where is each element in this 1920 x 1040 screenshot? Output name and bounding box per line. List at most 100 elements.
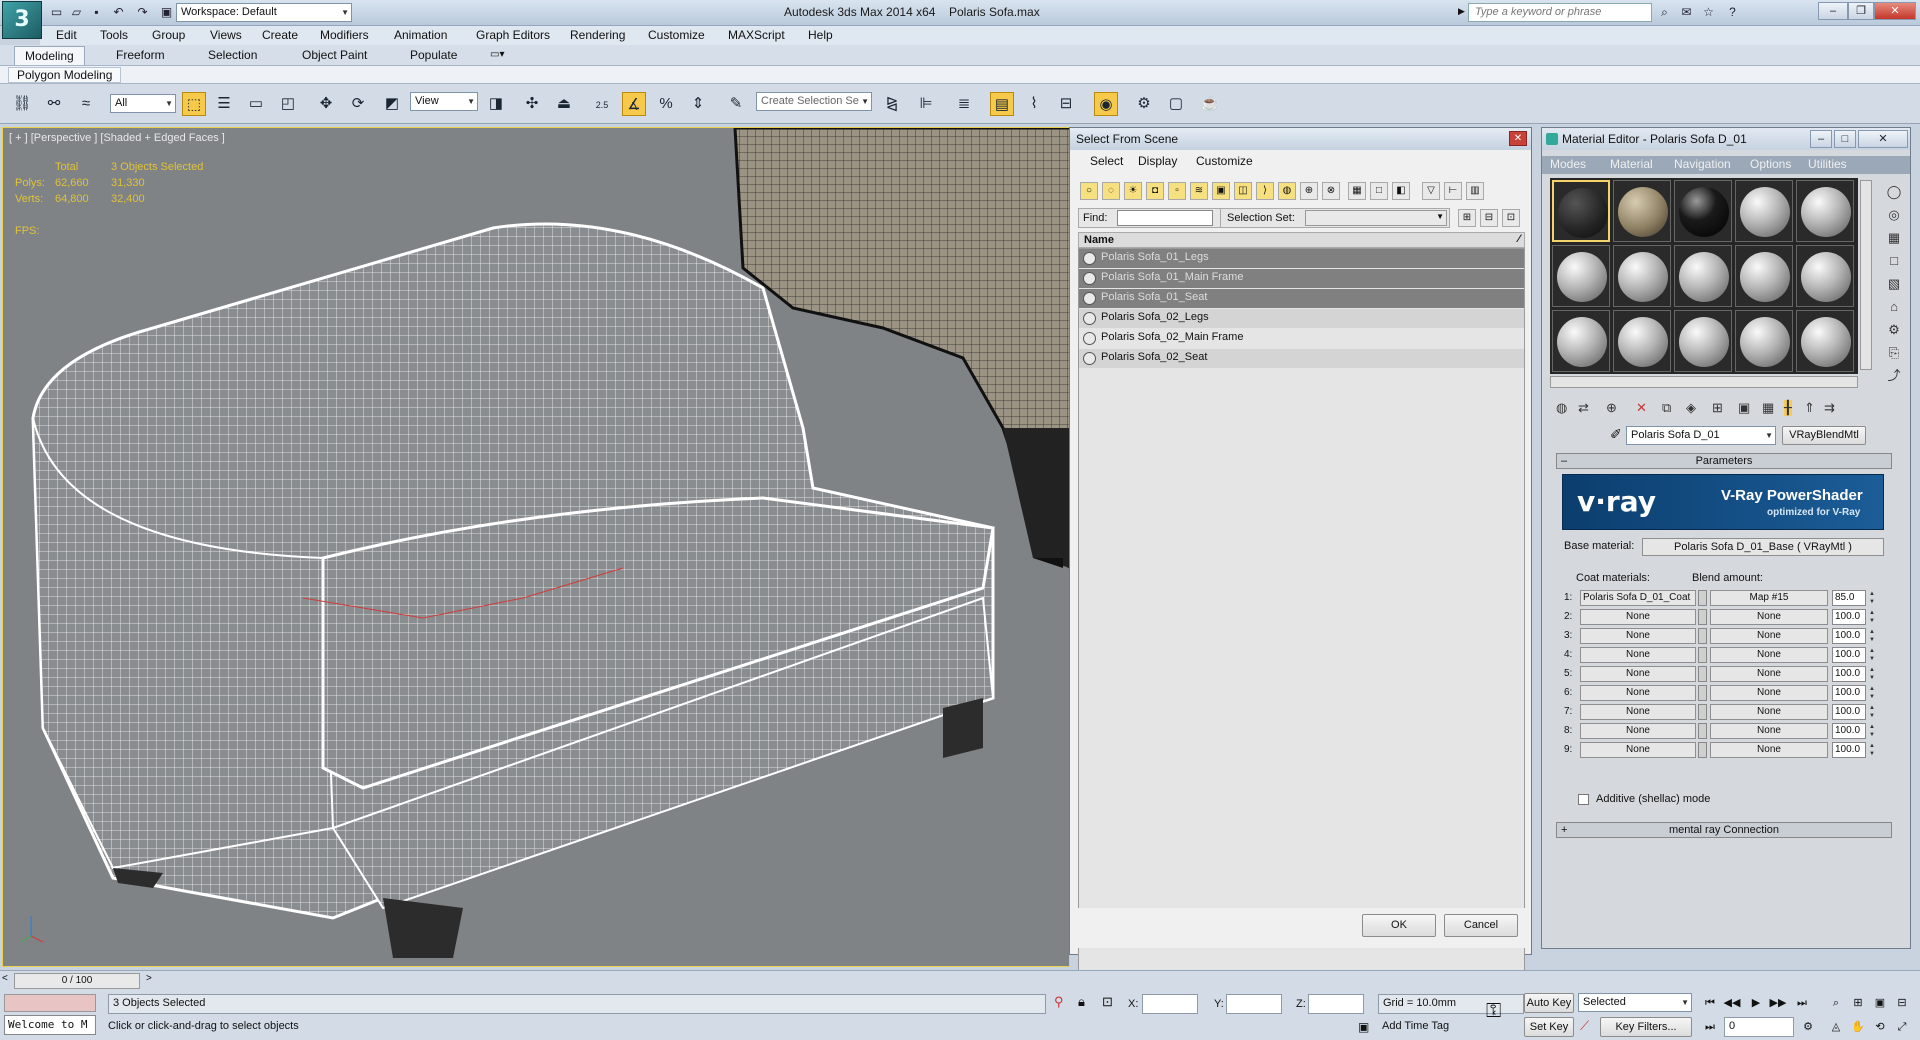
go-to-end-icon[interactable]: ⏭: [1792, 994, 1812, 1012]
time-slider[interactable]: < 0 / 100 >: [0, 973, 160, 989]
display-cameras-icon[interactable]: ◘: [1146, 182, 1164, 200]
key-mode-toggle-icon[interactable]: ⏭: [1700, 1018, 1720, 1036]
sample-type-icon[interactable]: ◯: [1882, 180, 1906, 203]
make-preview-icon[interactable]: ⌂: [1882, 295, 1906, 318]
tab-selection[interactable]: Selection: [198, 46, 267, 65]
key-filters-button[interactable]: Key Filters...: [1600, 1017, 1692, 1037]
assign-to-selection-icon[interactable]: ⊕: [1606, 400, 1617, 416]
ribbon-options-icon[interactable]: ▭▾: [490, 49, 504, 60]
menu-tools[interactable]: Tools: [92, 27, 136, 43]
display-helpers-icon[interactable]: ▫: [1168, 182, 1186, 200]
blend-amount-field[interactable]: 100.0: [1832, 742, 1866, 758]
reset-map-icon[interactable]: ✕: [1636, 400, 1647, 416]
pan-icon[interactable]: ✋: [1848, 1018, 1868, 1036]
undo-icon[interactable]: ↶: [110, 4, 127, 20]
sample-slot[interactable]: [1552, 245, 1610, 307]
med-menu-material[interactable]: Material: [1610, 157, 1653, 171]
list-item[interactable]: Polaris Sofa_01_Seat: [1079, 289, 1524, 308]
menu-views[interactable]: Views: [202, 27, 250, 43]
make-unique-icon[interactable]: ◈: [1686, 400, 1696, 416]
coat-enable-checkbox[interactable]: [1698, 609, 1707, 625]
list-item[interactable]: Polaris Sofa_01_Main Frame: [1079, 269, 1524, 288]
menu-maxscript[interactable]: MAXScript: [720, 27, 793, 43]
isolate-selection-icon[interactable]: ⚲: [1054, 994, 1064, 1010]
coat-enable-checkbox[interactable]: [1698, 628, 1707, 644]
absolute-mode-icon[interactable]: ⊡: [1102, 994, 1113, 1010]
set-key-button[interactable]: Set Key: [1524, 1017, 1574, 1037]
blend-map-button[interactable]: None: [1710, 704, 1828, 720]
med-menu-modes[interactable]: Modes: [1550, 157, 1586, 171]
coat-material-button[interactable]: None: [1580, 628, 1696, 644]
manipulate-icon[interactable]: ✣: [520, 92, 544, 116]
key-icon[interactable]: ⚿: [1486, 1000, 1501, 1023]
med-menu-utilities[interactable]: Utilities: [1808, 157, 1847, 171]
menu-edit[interactable]: Edit: [48, 27, 85, 43]
angle-snap-icon[interactable]: ∡: [622, 92, 646, 116]
zoom-all-icon[interactable]: ⊞: [1848, 994, 1868, 1012]
blend-amount-field[interactable]: 100.0: [1832, 685, 1866, 701]
display-shapes-icon[interactable]: ◌: [1102, 182, 1120, 200]
add-to-selection-set-icon[interactable]: ⊡: [1502, 209, 1520, 227]
viewport-label[interactable]: [ + ] [Perspective ] [Shaded + Edged Fac…: [9, 132, 225, 144]
go-forward-sibling-icon[interactable]: ⇉: [1824, 400, 1835, 416]
med-menu-navigation[interactable]: Navigation: [1674, 157, 1731, 171]
coat-material-button[interactable]: None: [1580, 704, 1696, 720]
display-spacewarps-icon[interactable]: ≋: [1190, 182, 1208, 200]
next-frame-icon[interactable]: >: [146, 973, 152, 984]
spinner-icon[interactable]: ▲ ▼: [1868, 666, 1876, 682]
y-coordinate-field[interactable]: [1226, 994, 1282, 1014]
current-frame-field[interactable]: 0: [1724, 1017, 1794, 1037]
communication-icon[interactable]: ✉: [1678, 4, 1695, 20]
project-folder-icon[interactable]: ▣: [158, 4, 175, 20]
menu-rendering[interactable]: Rendering: [562, 27, 633, 43]
get-material-icon[interactable]: ◍: [1556, 400, 1567, 416]
selection-filter-dropdown[interactable]: All ▼: [110, 94, 176, 113]
blend-map-button[interactable]: None: [1710, 723, 1828, 739]
additive-mode-checkbox[interactable]: [1578, 794, 1589, 805]
pick-material-icon[interactable]: ✐: [1610, 426, 1622, 443]
bind-space-warp-icon[interactable]: ≈: [74, 92, 98, 116]
sample-slot[interactable]: [1674, 180, 1732, 242]
select-by-name-icon[interactable]: ☰: [212, 92, 236, 116]
redo-icon[interactable]: ↷: [134, 4, 151, 20]
z-coordinate-field[interactable]: [1308, 994, 1364, 1014]
maximize-viewport-icon[interactable]: ⤢: [1892, 1018, 1912, 1036]
prev-frame-icon[interactable]: <: [2, 973, 8, 984]
med-minimize-button[interactable]: –: [1810, 130, 1832, 148]
tab-object-paint[interactable]: Object Paint: [292, 46, 377, 65]
create-selection-set-icon[interactable]: ⊞: [1458, 209, 1476, 227]
favorites-icon[interactable]: ☆: [1700, 4, 1717, 20]
material-editor-icon[interactable]: ◉: [1094, 92, 1118, 116]
pivot-center-icon[interactable]: ◨: [484, 92, 508, 116]
options-icon[interactable]: ⚙: [1882, 318, 1906, 341]
minimize-button[interactable]: –: [1818, 2, 1848, 20]
coat-enable-checkbox[interactable]: [1698, 590, 1707, 606]
blend-amount-field[interactable]: 100.0: [1832, 628, 1866, 644]
unlink-icon[interactable]: ⚯: [42, 92, 66, 116]
copy-material-icon[interactable]: ⧉: [1662, 400, 1671, 416]
remove-selection-set-icon[interactable]: ⊟: [1480, 209, 1498, 227]
med-close-button[interactable]: ✕: [1858, 130, 1908, 148]
show-end-result-icon[interactable]: ╂: [1784, 400, 1792, 416]
coat-enable-checkbox[interactable]: [1698, 666, 1707, 682]
orbit-icon[interactable]: ⟲: [1870, 1018, 1890, 1036]
columns-icon[interactable]: ▥: [1466, 182, 1484, 200]
zoom-extents-all-icon[interactable]: ⊟: [1892, 994, 1912, 1012]
selection-lock-icon[interactable]: 🔒︎: [1078, 994, 1085, 1010]
sample-uv-icon[interactable]: □: [1882, 249, 1906, 272]
snaps-toggle-icon[interactable]: 2.5: [590, 92, 614, 116]
spinner-icon[interactable]: ▲ ▼: [1868, 609, 1876, 625]
help-icon[interactable]: ?: [1724, 4, 1741, 20]
select-by-material-icon[interactable]: ⎘: [1882, 341, 1906, 364]
med-maximize-button[interactable]: □: [1834, 130, 1856, 148]
spinner-icon[interactable]: ▲ ▼: [1868, 685, 1876, 701]
menu-modifiers[interactable]: Modifiers: [312, 27, 377, 43]
display-bones-icon[interactable]: ⟩: [1256, 182, 1274, 200]
med-menu-options[interactable]: Options: [1750, 157, 1791, 171]
coat-material-button[interactable]: None: [1580, 723, 1696, 739]
material-id-icon[interactable]: ▣: [1738, 400, 1750, 416]
play-icon[interactable]: ▶: [1746, 994, 1766, 1012]
list-item[interactable]: Polaris Sofa_01_Legs: [1079, 249, 1524, 268]
sample-slots-hscrollbar[interactable]: [1550, 376, 1858, 388]
open-file-icon[interactable]: ▱: [68, 4, 85, 20]
